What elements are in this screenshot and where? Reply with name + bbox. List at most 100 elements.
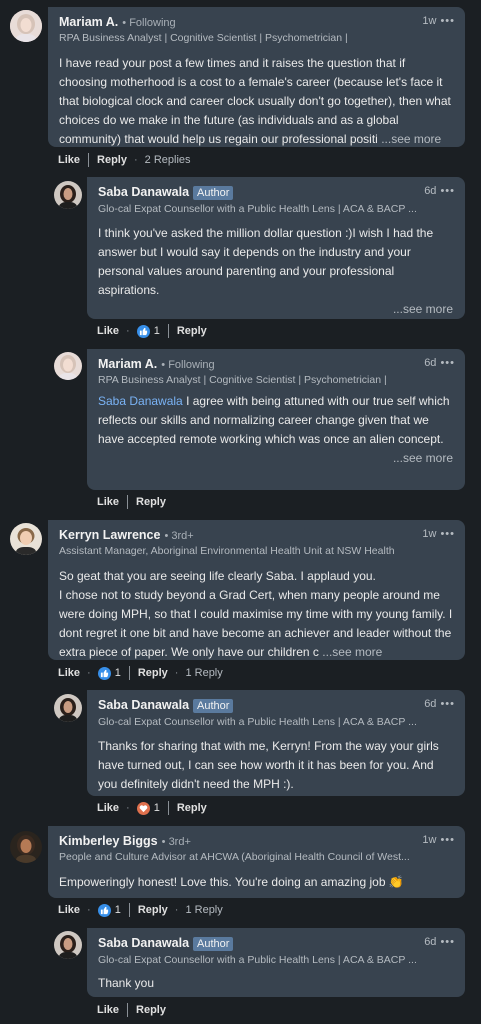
- comment-bubble: Kimberley Biggs • 3rd+ 1w ••• People and …: [48, 826, 465, 898]
- comment-bubble: Mariam A. • Following 1w ••• RPA Business…: [48, 7, 465, 147]
- author-name[interactable]: Saba Danawala: [98, 698, 189, 712]
- comment-bubble: Saba Danawala Author 6d ••• Glo-cal Expat…: [87, 177, 465, 319]
- author-headline: RPA Business Analyst | Cognitive Scienti…: [59, 32, 348, 44]
- comment-actions: Like · 1 Reply · 1 Reply: [58, 903, 223, 917]
- comment-bubble: Kerryn Lawrence • 3rd+ 1w ••• Assistant M…: [48, 520, 465, 660]
- separator-dot: ·: [133, 154, 138, 166]
- reaction-count: 1: [114, 667, 121, 679]
- avatar[interactable]: [10, 831, 42, 863]
- reaction-summary[interactable]: 1: [97, 666, 121, 680]
- comment-actions: Like · 1 Reply: [97, 324, 207, 338]
- reply-button[interactable]: Reply: [138, 667, 168, 679]
- like-button[interactable]: Like: [58, 667, 80, 679]
- author-badge: Author: [193, 699, 234, 713]
- like-button[interactable]: Like: [58, 904, 80, 916]
- comment-actions: Like Reply: [97, 1003, 166, 1017]
- author-headline: Glo-cal Expat Counsellor with a Public H…: [98, 203, 417, 215]
- reply-button[interactable]: Reply: [177, 325, 207, 337]
- comment-text: I think you've asked the million dollar …: [98, 226, 434, 297]
- author-name[interactable]: Kerryn Lawrence: [59, 528, 160, 542]
- more-options-icon[interactable]: •••: [440, 698, 455, 710]
- comment-text: So geat that you are seeing life clearly…: [59, 569, 453, 659]
- separator-dot: ·: [126, 802, 130, 814]
- replies-count[interactable]: 2 Replies: [145, 154, 191, 166]
- author-name[interactable]: Saba Danawala: [98, 185, 189, 199]
- more-options-icon[interactable]: •••: [440, 357, 455, 369]
- connection-degree: • 3rd+: [164, 530, 194, 542]
- reply-button[interactable]: Reply: [177, 802, 207, 814]
- separator-dot: ·: [126, 325, 130, 337]
- timestamp: 6d •••: [424, 936, 455, 948]
- like-button[interactable]: Like: [97, 802, 119, 814]
- separator-dot: ·: [174, 904, 179, 916]
- divider: [167, 324, 169, 338]
- author-badge: Author: [193, 186, 234, 200]
- thumbs-up-icon: [97, 903, 111, 917]
- comment-text: Empoweringly honest! Love this. You're d…: [59, 875, 404, 889]
- see-more-link[interactable]: ...see more: [322, 645, 382, 659]
- reaction-summary[interactable]: 1: [97, 903, 121, 917]
- reaction-count: 1: [114, 904, 121, 916]
- heart-icon: [136, 801, 150, 815]
- comment-bubble: Saba Danawala Author 6d ••• Glo-cal Expat…: [87, 690, 465, 796]
- more-options-icon[interactable]: •••: [440, 528, 455, 540]
- author-name[interactable]: Kimberley Biggs: [59, 834, 158, 848]
- reply-button[interactable]: Reply: [136, 496, 166, 508]
- divider: [127, 495, 129, 509]
- more-options-icon[interactable]: •••: [440, 185, 455, 197]
- connection-degree: • 3rd+: [161, 836, 191, 848]
- avatar[interactable]: [10, 10, 42, 42]
- divider: [127, 1003, 129, 1017]
- see-more-link[interactable]: ...see more: [98, 449, 453, 468]
- avatar[interactable]: [10, 523, 42, 555]
- replies-count[interactable]: 1 Reply: [185, 667, 222, 679]
- thumbs-up-icon: [97, 666, 111, 680]
- author-headline: Glo-cal Expat Counsellor with a Public H…: [98, 716, 417, 728]
- divider: [88, 153, 90, 167]
- avatar[interactable]: [54, 694, 82, 722]
- reaction-count: 1: [153, 802, 160, 814]
- separator-dot: ·: [87, 667, 91, 679]
- comment-bubble: Mariam A. • Following 6d ••• RPA Business…: [87, 349, 465, 490]
- more-options-icon[interactable]: •••: [440, 15, 455, 27]
- reaction-summary[interactable]: 1: [136, 324, 160, 338]
- more-options-icon[interactable]: •••: [440, 936, 455, 948]
- like-button[interactable]: Like: [97, 496, 119, 508]
- comment-text: Thanks for sharing that with me, Kerryn!…: [98, 739, 439, 791]
- like-button[interactable]: Like: [58, 154, 80, 166]
- author-headline: Assistant Manager, Aboriginal Environmen…: [59, 545, 395, 557]
- timestamp: 1w •••: [422, 834, 455, 846]
- thumbs-up-icon: [136, 324, 150, 338]
- divider: [167, 801, 169, 815]
- author-headline: RPA Business Analyst | Cognitive Scienti…: [98, 374, 387, 386]
- more-options-icon[interactable]: •••: [440, 834, 455, 846]
- author-headline: Glo-cal Expat Counsellor with a Public H…: [98, 954, 417, 966]
- avatar[interactable]: [54, 931, 82, 959]
- reply-button[interactable]: Reply: [136, 1004, 166, 1016]
- author-headline: People and Culture Advisor at AHCWA (Abo…: [59, 851, 410, 863]
- comment-actions: Like · 1 Reply: [97, 801, 207, 815]
- connection-status: • Following: [161, 359, 215, 371]
- author-name[interactable]: Mariam A.: [98, 357, 157, 371]
- avatar[interactable]: [54, 181, 82, 209]
- author-badge: Author: [193, 937, 234, 951]
- comment-text: I have read your post a few times and it…: [59, 56, 451, 146]
- timestamp: 1w •••: [422, 15, 455, 27]
- reply-button[interactable]: Reply: [97, 154, 127, 166]
- replies-count[interactable]: 1 Reply: [185, 904, 222, 916]
- author-name[interactable]: Saba Danawala: [98, 936, 189, 950]
- reaction-summary[interactable]: 1: [136, 801, 160, 815]
- see-more-link[interactable]: ...see more: [98, 300, 453, 319]
- like-button[interactable]: Like: [97, 325, 119, 337]
- like-button[interactable]: Like: [97, 1004, 119, 1016]
- separator-dot: ·: [174, 667, 179, 679]
- author-name[interactable]: Mariam A.: [59, 15, 118, 29]
- avatar[interactable]: [54, 352, 82, 380]
- divider: [128, 903, 130, 917]
- timestamp: 1w •••: [422, 528, 455, 540]
- mention-link[interactable]: Saba Danawala: [98, 394, 183, 408]
- see-more-link[interactable]: ...see more: [381, 132, 441, 146]
- reply-button[interactable]: Reply: [138, 904, 168, 916]
- timestamp: 6d •••: [424, 357, 455, 369]
- comment-actions: Like Reply: [97, 495, 166, 509]
